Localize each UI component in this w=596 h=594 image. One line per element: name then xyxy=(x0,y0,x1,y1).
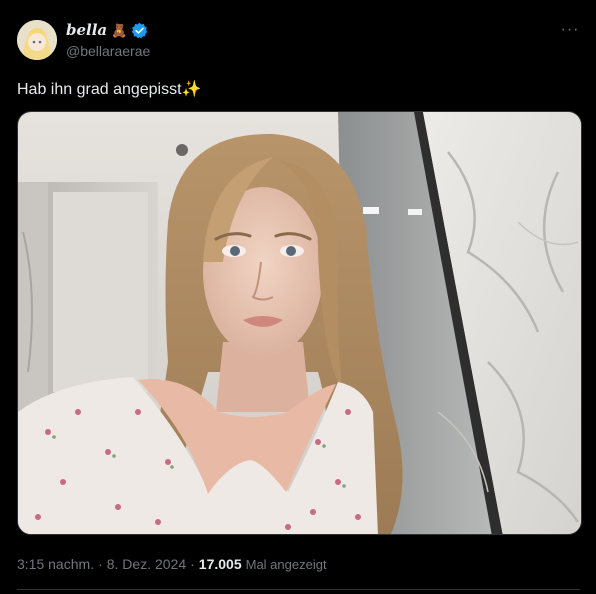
tweet-date[interactable]: 8. Dez. 2024 xyxy=(107,556,186,572)
meta-separator: · xyxy=(190,556,195,572)
display-name[interactable]: bella xyxy=(66,21,107,39)
author-handle[interactable]: @bellaraerae xyxy=(66,43,150,59)
author-name-row[interactable]: bella 🧸 xyxy=(66,20,148,40)
tweet-meta: 3:15 nachm. · 8. Dez. 2024 · 17.005 Mal … xyxy=(17,556,327,572)
tweet-media-photo[interactable] xyxy=(17,111,582,535)
divider xyxy=(17,589,580,590)
views-count: 17.005 xyxy=(198,556,242,572)
teddy-bear-emoji: 🧸 xyxy=(111,22,128,38)
tweet-text: Hab ihn grad angepisst✨ xyxy=(17,81,202,98)
verified-badge-icon xyxy=(132,22,148,38)
more-options-icon[interactable]: ··· xyxy=(560,20,580,40)
views-label: Mal angezeigt xyxy=(245,557,327,572)
avatar[interactable] xyxy=(17,20,57,60)
tweet-time[interactable]: 3:15 nachm. xyxy=(17,556,94,572)
meta-separator: · xyxy=(98,556,103,572)
